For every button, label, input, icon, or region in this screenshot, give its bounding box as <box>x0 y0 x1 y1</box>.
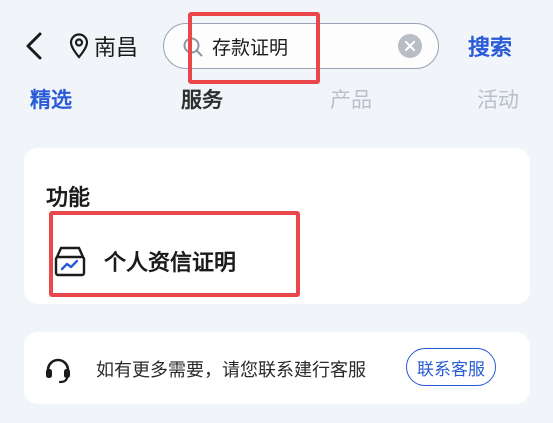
function-item-credit-certificate[interactable]: 个人资信证明 <box>52 236 236 286</box>
function-item-label: 个人资信证明 <box>104 251 237 276</box>
document-box-icon <box>52 243 88 279</box>
function-section-title: 功能 <box>46 186 91 211</box>
tab-featured[interactable]: 精选 <box>30 84 72 114</box>
search-button[interactable]: 搜索 <box>468 30 512 62</box>
location-label: 南昌 <box>94 36 139 61</box>
tab-services[interactable]: 服务 <box>181 84 223 114</box>
headset-icon <box>44 354 72 384</box>
search-input[interactable] <box>212 32 382 60</box>
tab-activities[interactable]: 活动 <box>477 84 519 114</box>
search-box[interactable] <box>163 23 439 69</box>
back-icon[interactable] <box>22 30 50 62</box>
location-pin-icon <box>68 33 90 59</box>
search-icon <box>182 36 204 58</box>
help-card: 如有更多需要，请您联系建行客服 联系客服 <box>24 332 530 404</box>
contact-service-button[interactable]: 联系客服 <box>406 348 496 386</box>
tab-products[interactable]: 产品 <box>330 84 372 114</box>
category-tabs: 精选 服务 产品 活动 <box>0 84 553 120</box>
function-card: 功能 个人资信证明 <box>24 148 530 304</box>
clear-search-icon[interactable] <box>398 34 422 58</box>
help-text: 如有更多需要，请您联系建行客服 <box>96 360 366 381</box>
top-bar: 南昌 搜索 <box>0 0 553 84</box>
location-selector[interactable]: 南昌 <box>68 28 138 64</box>
